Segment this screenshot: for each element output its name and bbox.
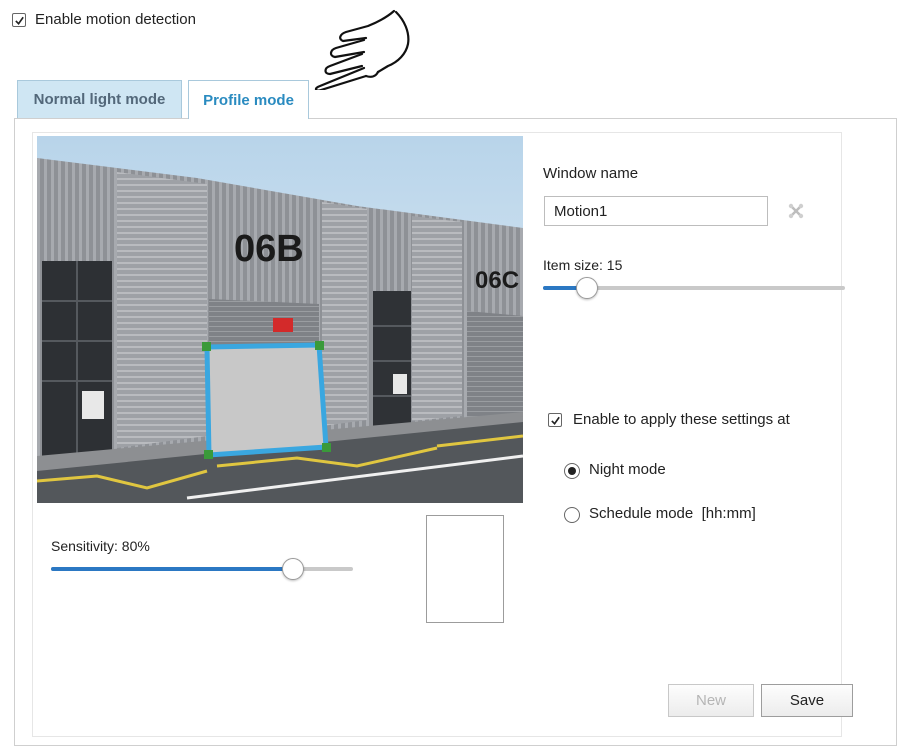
checkmark-icon bbox=[550, 416, 560, 425]
camera-preview[interactable]: 06B 06C bbox=[37, 136, 523, 503]
checkmark-icon bbox=[14, 16, 24, 25]
delete-window-icon[interactable] bbox=[787, 202, 805, 220]
new-button-label: New bbox=[695, 692, 726, 709]
pointing-hand-icon bbox=[314, 9, 410, 90]
schedule-mode-radio[interactable] bbox=[564, 507, 580, 523]
window-name-input[interactable] bbox=[544, 196, 768, 226]
item-size-label: Item size: 15 bbox=[543, 257, 623, 273]
save-button-label: Save bbox=[789, 692, 825, 709]
radio-selected-dot bbox=[568, 467, 576, 475]
night-mode-radio[interactable] bbox=[564, 463, 580, 479]
enable-motion-checkbox[interactable] bbox=[12, 13, 26, 27]
tab-label: Normal light mode bbox=[33, 91, 166, 108]
building-label-06c: 06C bbox=[475, 267, 519, 294]
apply-settings-label: Enable to apply these settings at bbox=[573, 411, 790, 428]
resize-handle[interactable] bbox=[202, 342, 211, 351]
apply-settings-checkbox[interactable] bbox=[548, 413, 562, 427]
motion-window-box[interactable] bbox=[204, 342, 329, 458]
night-mode-label: Night mode bbox=[589, 461, 666, 478]
tab-profile-mode[interactable]: Profile mode bbox=[188, 80, 309, 119]
schedule-mode-label: Schedule mode [hh:mm] bbox=[589, 505, 756, 522]
building-label-06b: 06B bbox=[234, 228, 304, 270]
sensitivity-slider-fill bbox=[51, 567, 293, 571]
tab-label: Profile mode bbox=[203, 91, 294, 109]
resize-handle[interactable] bbox=[204, 450, 213, 459]
item-size-slider-thumb[interactable] bbox=[576, 277, 598, 299]
save-button[interactable]: Save bbox=[761, 684, 853, 717]
resize-handle[interactable] bbox=[315, 341, 324, 350]
sensitivity-label: Sensitivity: 80% bbox=[51, 538, 150, 554]
resize-handle[interactable] bbox=[322, 443, 331, 452]
camera-preview-image: 06B 06C bbox=[37, 136, 523, 503]
enable-motion-label: Enable motion detection bbox=[35, 11, 196, 28]
window-name-label: Window name bbox=[543, 165, 639, 182]
sensitivity-slider-thumb[interactable] bbox=[282, 558, 304, 580]
new-button[interactable]: New bbox=[668, 684, 754, 717]
motion-activity-meter bbox=[426, 515, 504, 623]
tab-normal-light-mode[interactable]: Normal light mode bbox=[17, 80, 182, 118]
